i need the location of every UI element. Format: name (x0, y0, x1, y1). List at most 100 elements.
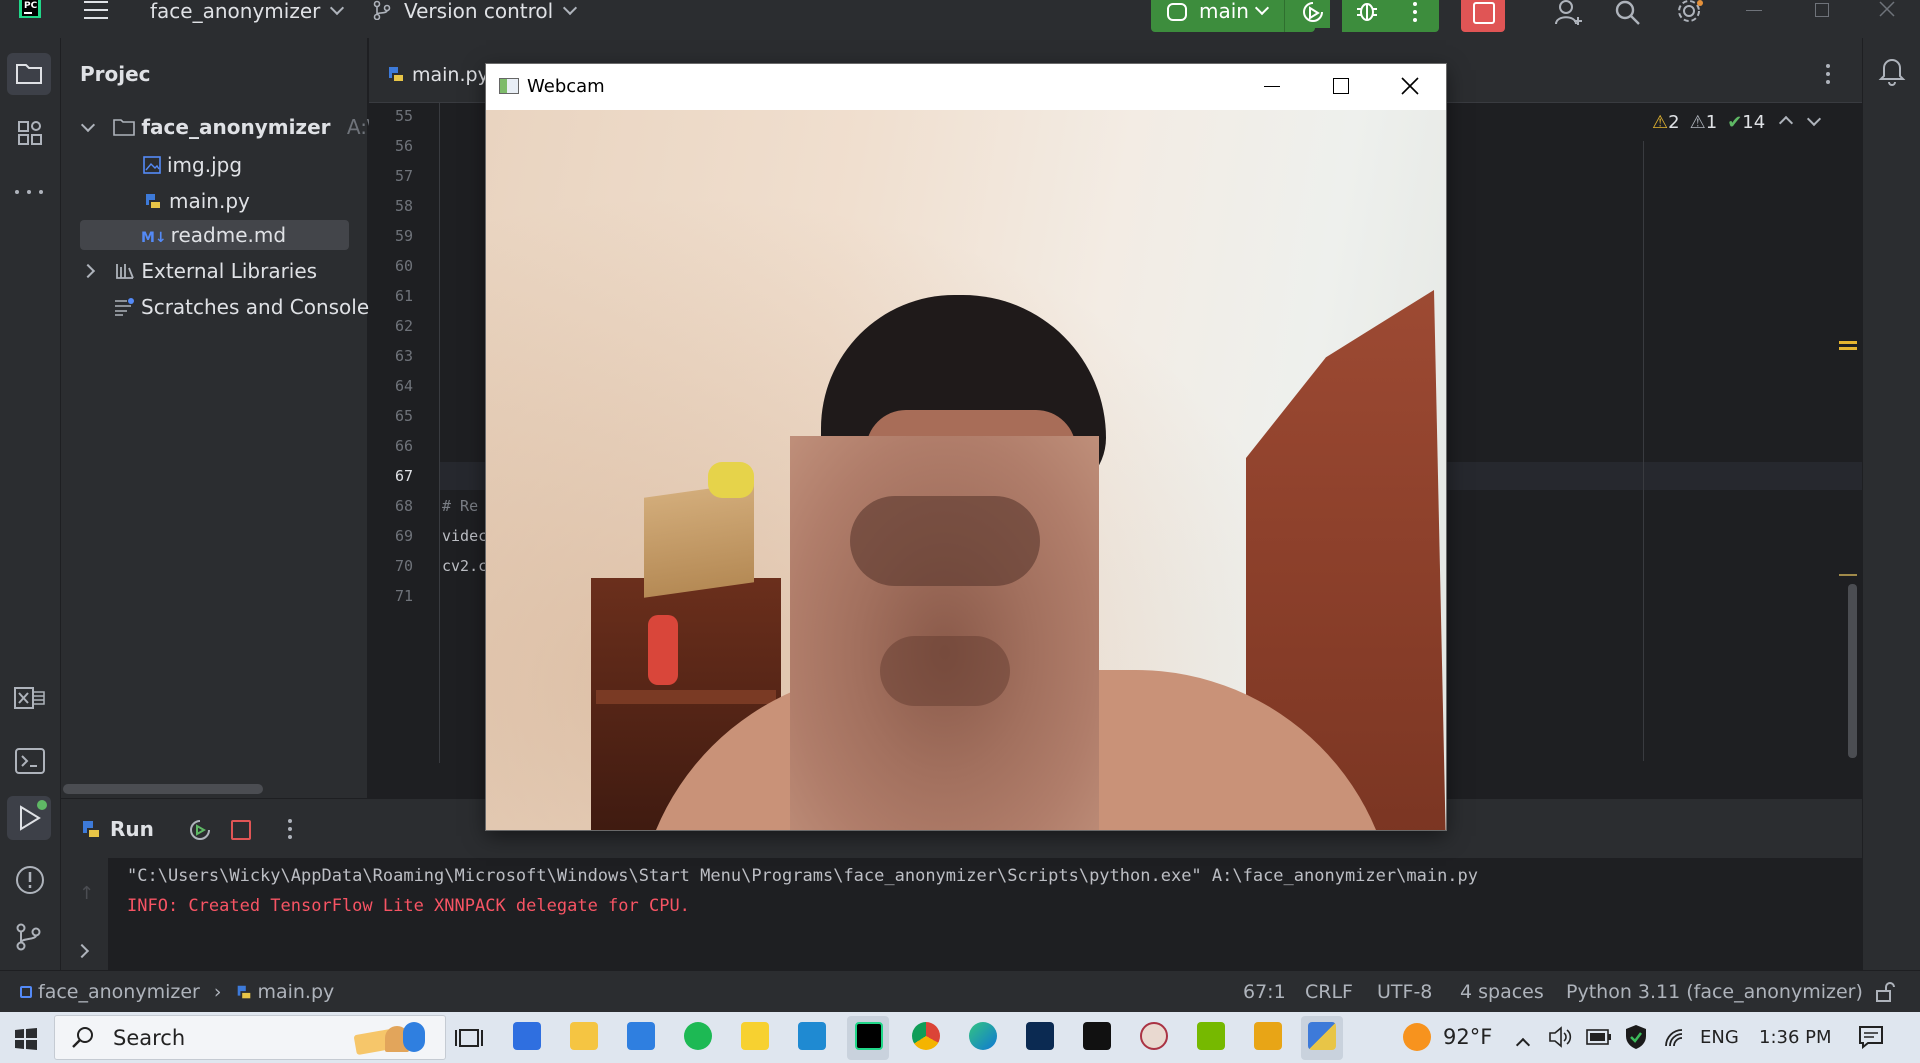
module-icon (20, 986, 32, 998)
task-view-icon[interactable] (455, 1024, 483, 1052)
taskbar-capcut-icon[interactable] (1083, 1022, 1111, 1050)
tree-item-img-jpg[interactable]: img.jpg (143, 150, 242, 180)
code-line-70[interactable]: cv2.c (442, 557, 487, 575)
typo-check-icon: ✔ (1727, 112, 1743, 133)
speaker-icon[interactable] (1548, 1026, 1572, 1048)
notification-center-icon[interactable] (1858, 1025, 1884, 1049)
taskbar-file-explorer-icon[interactable] (570, 1022, 598, 1050)
tree-item-external-libraries[interactable]: External Libraries (80, 256, 317, 286)
warning-stripe-marker[interactable] (1839, 341, 1857, 344)
project-switcher[interactable]: face_anonymizer (150, 0, 345, 22)
editor-vertical-scrollbar[interactable] (1848, 584, 1857, 758)
structure-icon[interactable] (16, 119, 44, 147)
git-icon[interactable] (14, 922, 44, 952)
taskbar-search-box[interactable]: Search (54, 1015, 446, 1060)
chevron-up-icon[interactable] (1779, 115, 1794, 131)
search-icon[interactable] (1614, 0, 1642, 26)
debug-button[interactable] (1342, 0, 1392, 32)
webcam-close-icon[interactable] (1401, 77, 1419, 95)
taskbar-spotify-icon[interactable] (684, 1022, 712, 1050)
wifi-icon[interactable] (1662, 1026, 1686, 1048)
line-number: 68 (394, 497, 413, 515)
settings-gear-icon[interactable] (1674, 0, 1704, 26)
notifications-bell-icon[interactable] (1878, 56, 1906, 86)
battery-icon[interactable] (1586, 1028, 1612, 1046)
code-line-68[interactable]: # Re (442, 497, 478, 515)
chevron-down-icon[interactable] (1807, 111, 1822, 127)
run-tool-button[interactable] (7, 796, 51, 840)
security-shield-icon[interactable] (1624, 1024, 1648, 1050)
run-config-selector[interactable]: main (1199, 0, 1270, 22)
tree-root-face-anonymizer[interactable]: face_anonymizer A:\fac (80, 112, 404, 142)
run-console[interactable]: "C:\Users\Wicky\AppData\Roaming\Microsof… (108, 858, 1862, 970)
taskbar-nvidia-icon[interactable] (1197, 1022, 1225, 1050)
taskbar-edge-icon[interactable] (969, 1022, 997, 1050)
breadcrumb-file[interactable]: main.py (257, 981, 334, 1003)
add-user-icon[interactable] (1554, 0, 1584, 26)
caret-position[interactable]: 67:1 (1243, 981, 1286, 1003)
problems-icon[interactable] (14, 864, 46, 896)
restore-window-icon[interactable] (1815, 3, 1829, 17)
windows-start-icon[interactable] (14, 1027, 38, 1051)
stop-icon[interactable] (231, 820, 251, 840)
run-tab-label[interactable]: Run (110, 817, 154, 841)
taskbar-vscode-icon[interactable] (798, 1022, 826, 1050)
horizontal-scrollbar[interactable] (63, 784, 263, 794)
run-header: Run (80, 817, 154, 843)
taskbar-audio-app-icon[interactable] (1026, 1022, 1054, 1050)
tree-item-label: img.jpg (167, 153, 243, 177)
code-line-69[interactable]: videc (442, 527, 487, 545)
taskbar-clock[interactable]: 1:36 PM (1759, 1027, 1832, 1048)
tree-item-scratches[interactable]: Scratches and Consoles (113, 292, 380, 322)
webcam-minimize-icon[interactable] (1264, 86, 1280, 87)
rerun-button[interactable] (1300, 0, 1330, 28)
more-tools-icon[interactable] (15, 190, 45, 196)
webcam-maximize-icon[interactable] (1333, 78, 1349, 94)
taskbar-python-window-icon[interactable] (1308, 1022, 1336, 1050)
file-encoding[interactable]: UTF-8 (1377, 981, 1432, 1003)
pycharm-logo-icon[interactable]: PC (19, 0, 41, 18)
taskbar-pycharm-icon[interactable] (855, 1022, 883, 1050)
breadcrumb-project[interactable]: face_anonymizer (38, 981, 200, 1003)
stop-button[interactable] (1461, 0, 1505, 32)
excel-reader-icon[interactable] (14, 684, 46, 712)
project-tool-button[interactable] (7, 53, 51, 95)
vcs-widget[interactable]: Version control (372, 0, 578, 22)
python-interpreter[interactable]: Python 3.11 (face_anonymizer) (1566, 981, 1863, 1003)
weather-temperature[interactable]: 92°F (1443, 1025, 1492, 1049)
rerun-icon[interactable] (187, 817, 213, 843)
scroll-up-icon[interactable]: ↑ (79, 883, 94, 904)
taskbar-network-app-icon[interactable] (1254, 1022, 1282, 1050)
markdown-file-icon: M↓ (141, 230, 167, 246)
editor-right-divider (1643, 141, 1644, 761)
taskbar-app-round-icon[interactable] (1140, 1022, 1168, 1050)
run-icon (20, 800, 47, 831)
tab-main-py[interactable]: main.py (386, 64, 489, 86)
input-language-indicator[interactable]: ENG (1700, 1027, 1739, 1048)
breadcrumb[interactable]: face_anonymizer › main.py (20, 981, 334, 1003)
tree-item-readme-md[interactable]: M↓ readme.md (141, 220, 286, 250)
indent-settings[interactable]: 4 spaces (1460, 981, 1544, 1003)
weather-sun-icon[interactable] (1403, 1023, 1431, 1051)
tab-actions-icon[interactable] (1826, 64, 1832, 86)
line-number: 57 (394, 167, 413, 185)
webcam-window[interactable]: Webcam (486, 64, 1446, 830)
tree-item-main-py[interactable]: main.py (143, 186, 250, 216)
taskbar-mail-icon[interactable] (627, 1022, 655, 1050)
more-actions-icon[interactable] (1392, 0, 1439, 32)
run-configuration-widget[interactable]: main (1151, 0, 1315, 32)
close-window-icon[interactable] (1878, 0, 1896, 18)
inspection-widget[interactable]: ⚠2 ⚠1 ✔14 (1652, 111, 1822, 136)
taskbar-app-waves-icon[interactable] (513, 1022, 541, 1050)
webcam-title-bar[interactable]: Webcam (486, 64, 1446, 110)
line-separator[interactable]: CRLF (1305, 981, 1353, 1003)
taskbar-sticky-notes-icon[interactable] (741, 1022, 769, 1050)
expand-chevron-icon[interactable] (74, 943, 90, 959)
main-menu-icon[interactable] (84, 1, 108, 21)
root-folder-label: face_anonymizer (141, 115, 331, 139)
lock-icon[interactable] (1874, 981, 1896, 1003)
minimize-window-icon[interactable] (1746, 10, 1762, 11)
taskbar-chrome-icon[interactable] (912, 1022, 940, 1050)
run-more-options-icon[interactable] (288, 819, 294, 841)
terminal-icon[interactable] (15, 748, 45, 774)
